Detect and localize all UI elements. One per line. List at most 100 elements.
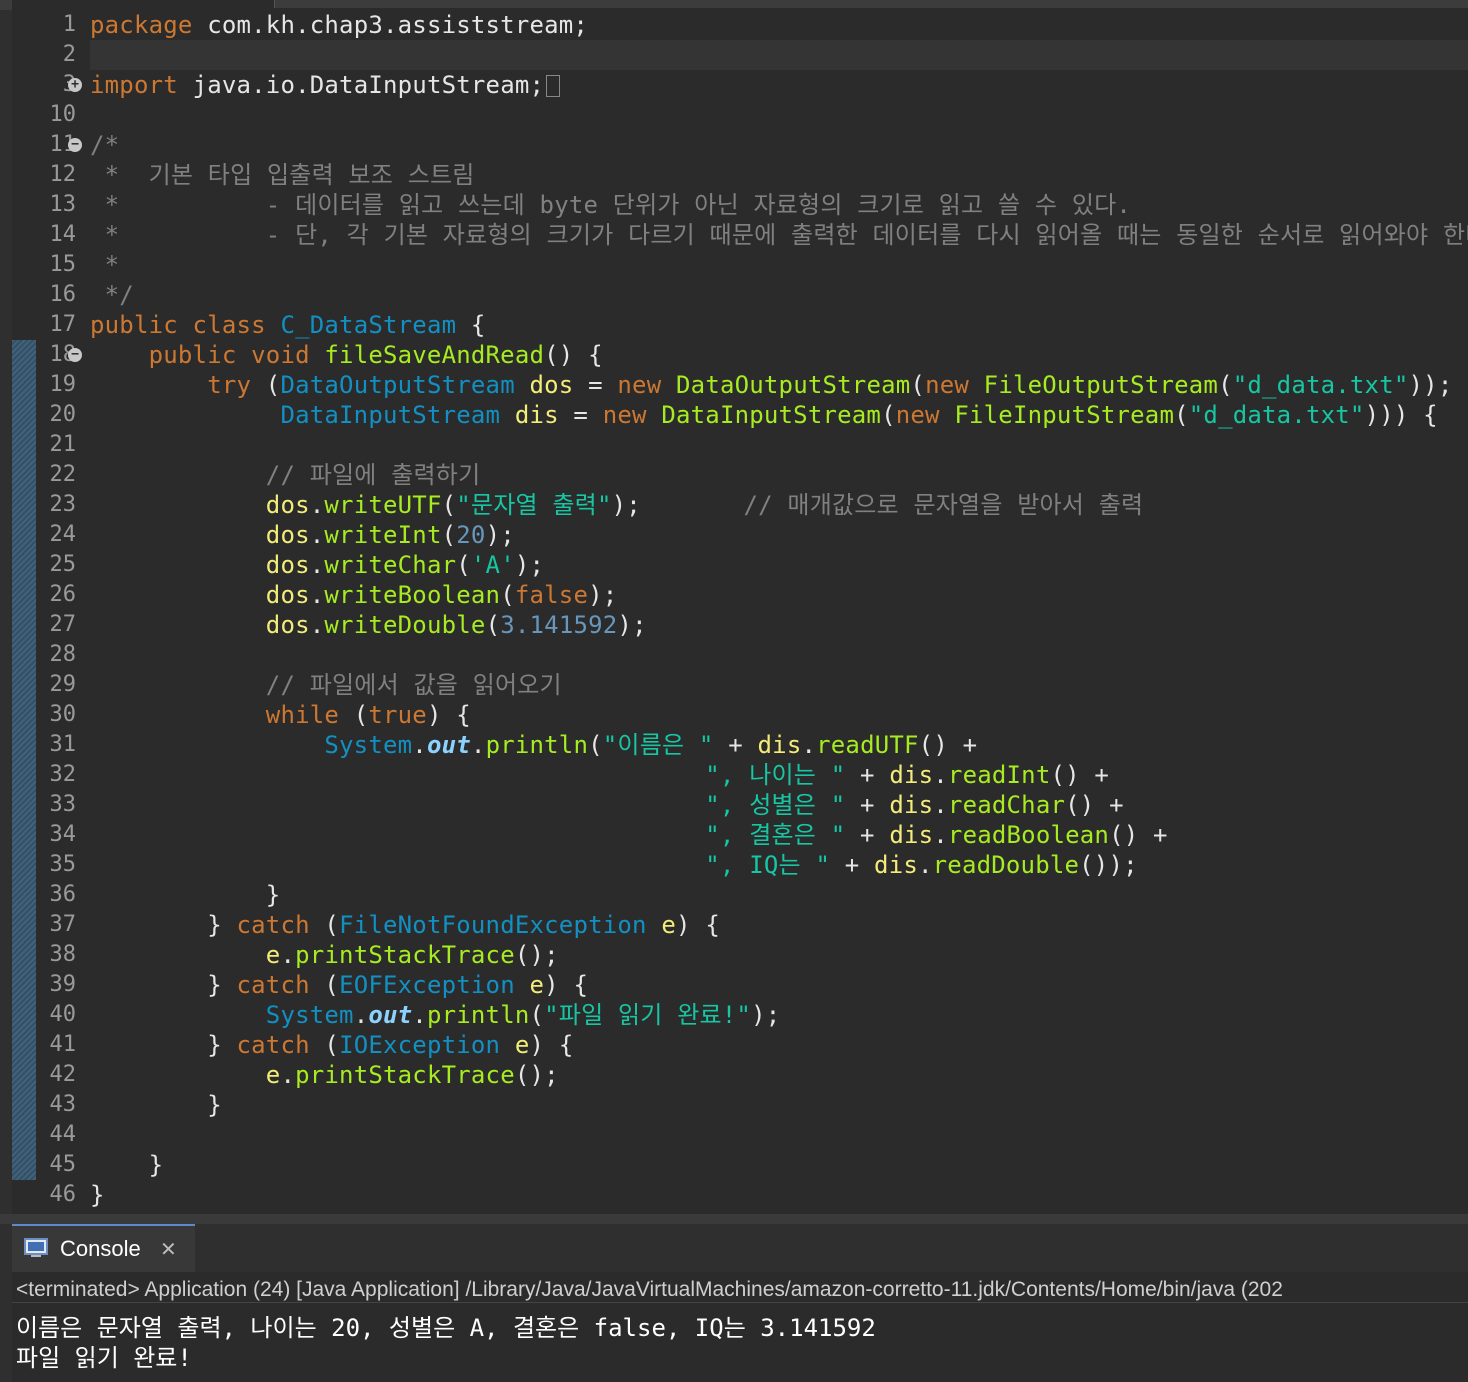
code-line: // 파일에 출력하기 xyxy=(90,460,480,490)
line-number: 42 xyxy=(49,1062,77,1087)
code-line: package com.kh.chap3.assiststream; xyxy=(90,10,588,40)
line-number: 28 xyxy=(49,642,77,667)
code-token: + xyxy=(845,821,890,849)
code-token: dos xyxy=(529,371,574,399)
code-token: ", 성별은 " xyxy=(90,791,846,819)
code-token: ( xyxy=(353,701,369,729)
collapse-fold-icon[interactable]: − xyxy=(68,348,82,362)
code-token: fileSaveAndRead xyxy=(324,341,545,369)
console-output[interactable]: <terminated> Application (24) [Java Appl… xyxy=(12,1272,1468,1382)
code-token: ); xyxy=(611,491,641,519)
code-token: ( xyxy=(441,521,457,549)
code-token: new xyxy=(895,401,955,429)
code-line: * xyxy=(90,250,119,280)
code-line: System.out.println("이름은 " + dis.readUTF(… xyxy=(90,730,977,760)
code-line: } xyxy=(90,1150,163,1180)
code-token: ( xyxy=(588,731,603,759)
editor-tab[interactable] xyxy=(12,0,275,8)
line-number: 27 xyxy=(49,612,77,637)
code-token: dos xyxy=(90,521,310,549)
code-line: while (true) { xyxy=(90,700,471,730)
code-token: dis xyxy=(889,791,934,819)
code-line: ", 성별은 " + dis.readChar() + xyxy=(90,790,1124,820)
code-token: dos xyxy=(90,491,310,519)
code-line: dos.writeDouble(3.141592); xyxy=(90,610,647,640)
code-token: e xyxy=(661,911,677,939)
line-number: 18 xyxy=(49,342,77,367)
line-number: 14 xyxy=(49,222,77,247)
code-line: // 파일에서 값을 읽어오기 xyxy=(90,670,562,700)
code-token: . xyxy=(309,551,325,579)
code-token: * xyxy=(90,251,120,279)
code-token: (); xyxy=(514,941,559,969)
code-token: "파일 읽기 완료!" xyxy=(544,1001,752,1029)
code-token: printStackTrace xyxy=(295,1061,515,1089)
code-token: . xyxy=(309,491,325,519)
line-number: 41 xyxy=(49,1032,77,1057)
panel-divider[interactable] xyxy=(0,1214,1468,1224)
console-output-line: 파일 읽기 완료! xyxy=(16,1344,192,1372)
console-tab-label: Console xyxy=(60,1236,141,1261)
line-number: 24 xyxy=(49,522,77,547)
line-number: 19 xyxy=(49,372,77,397)
code-token: () + xyxy=(1050,761,1110,789)
code-token: ) { xyxy=(529,1031,574,1059)
code-token: ); xyxy=(751,1001,781,1029)
code-line: e.printStackTrace(); xyxy=(90,940,559,970)
code-token: package xyxy=(90,11,193,39)
code-token: 20 xyxy=(456,521,486,549)
code-token: ) { xyxy=(544,971,589,999)
code-line: } xyxy=(90,1090,222,1120)
code-token: . xyxy=(412,731,427,759)
code-token: () { xyxy=(544,341,603,369)
code-token: ( xyxy=(324,1031,340,1059)
code-token: public class xyxy=(90,311,281,339)
code-token: . xyxy=(353,1001,369,1029)
code-token: dis xyxy=(889,821,934,849)
code-token: readChar xyxy=(947,791,1066,819)
code-token: { xyxy=(456,311,486,339)
code-token: ) { xyxy=(426,701,471,729)
code-token: System xyxy=(90,731,413,759)
console-tab[interactable]: Console ✕ xyxy=(12,1224,195,1272)
code-token: . xyxy=(801,731,817,759)
code-token: out xyxy=(368,1001,413,1029)
close-icon[interactable]: ✕ xyxy=(160,1237,177,1261)
line-number: 26 xyxy=(49,582,77,607)
line-number: 43 xyxy=(49,1092,77,1117)
code-token: */ xyxy=(90,281,134,309)
code-area[interactable]: package com.kh.chap3.assiststream; import… xyxy=(90,8,1468,1214)
code-token: ) { xyxy=(676,911,720,939)
code-token: dos xyxy=(90,611,310,639)
code-line: } xyxy=(90,880,280,910)
code-token: + xyxy=(830,851,875,879)
line-number: 2 xyxy=(62,42,76,67)
code-token: "문자열 출력" xyxy=(456,491,612,519)
code-token: println xyxy=(426,1001,530,1029)
collapse-fold-icon[interactable]: − xyxy=(68,138,82,152)
code-token: out xyxy=(426,731,471,759)
code-token: . xyxy=(918,851,933,879)
code-token: . xyxy=(280,941,296,969)
code-token: . xyxy=(933,791,948,819)
code-token: writeBoolean xyxy=(324,581,501,609)
code-token: true xyxy=(368,701,427,729)
line-number: 1 xyxy=(62,12,76,37)
code-line: * - 단, 각 기본 자료형의 크기가 다르기 때문에 출력한 데이터를 다시… xyxy=(90,220,1468,250)
line-number: 30 xyxy=(49,702,77,727)
expand-fold-icon[interactable]: + xyxy=(68,78,82,92)
code-token: EOFException xyxy=(339,971,530,999)
code-token: . xyxy=(280,1061,296,1089)
code-token: () + xyxy=(1109,821,1168,849)
code-token: ( xyxy=(1218,371,1233,399)
code-token: ( xyxy=(910,371,926,399)
code-token: DataInputStream xyxy=(661,401,882,429)
code-token: (); xyxy=(514,1061,559,1089)
code-token: "d_data.txt" xyxy=(1232,371,1409,399)
code-editor[interactable]: 123+1011−12131415161718−1920212223242526… xyxy=(12,8,1468,1214)
folded-imports-marker[interactable] xyxy=(546,75,561,97)
code-token: dis xyxy=(757,731,802,759)
code-token: catch xyxy=(236,971,325,999)
code-token: new xyxy=(602,401,662,429)
line-number: 34 xyxy=(49,822,77,847)
